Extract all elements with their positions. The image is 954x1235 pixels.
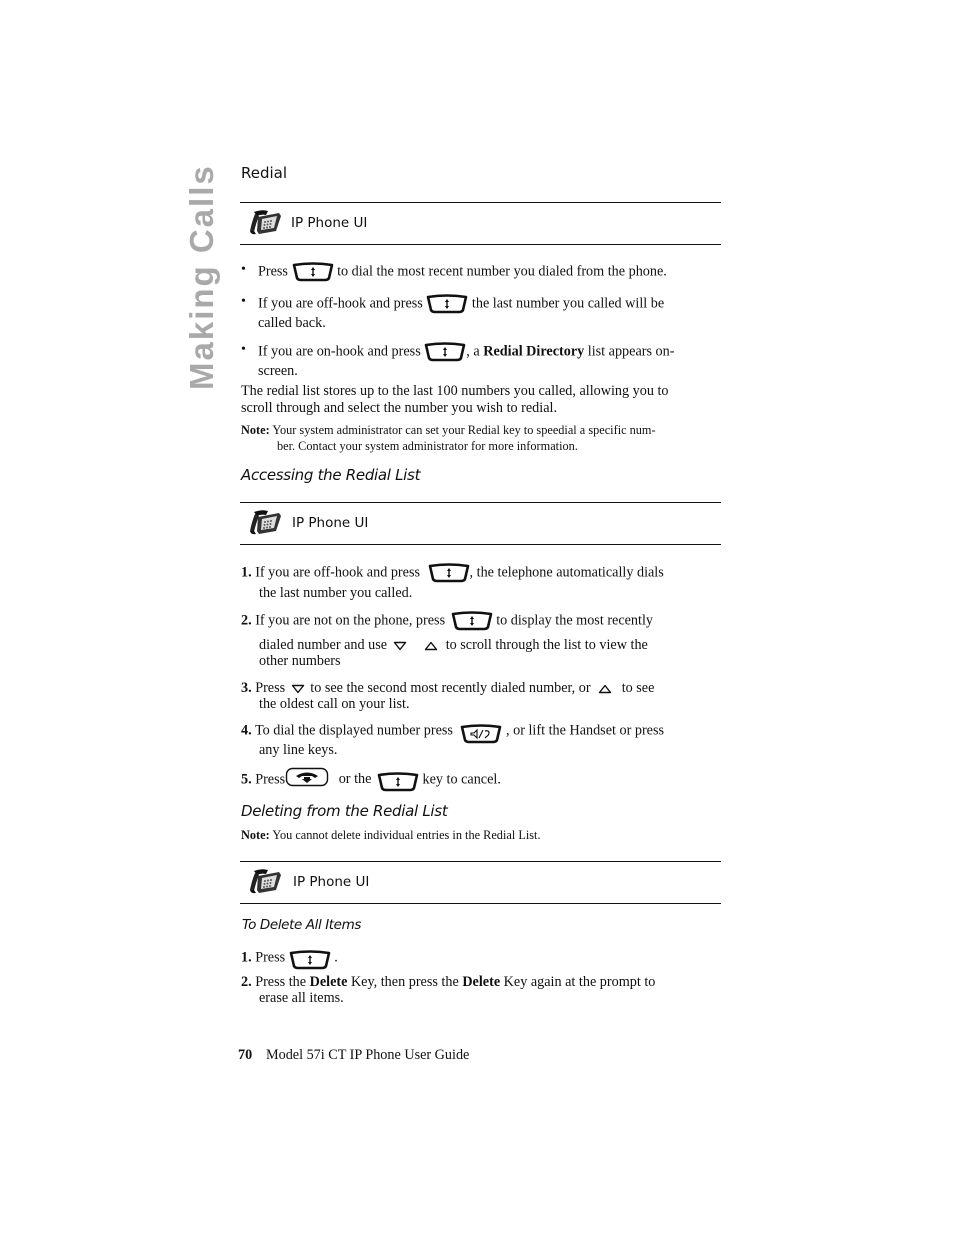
step-3-cont: the oldest call on your list.: [259, 696, 410, 712]
goodbye-key-icon: [285, 767, 329, 787]
up-arrow-icon: [598, 684, 612, 694]
bullet-1: Press to dial the most recent number you…: [258, 262, 667, 282]
up-arrow-icon: [424, 641, 438, 651]
step-2-cont: dialed number and use to scroll through …: [259, 637, 648, 653]
bullet-icon: •: [241, 342, 246, 357]
ip-phone-ui-bar: IP Phone UI: [240, 861, 721, 904]
bullet-2: If you are off-hook and press the last n…: [258, 294, 664, 314]
note-1-cont: ber. Contact your system administrator f…: [277, 439, 578, 453]
delete-step-2-cont: erase all items.: [259, 990, 344, 1006]
step-1-cont: the last number you called.: [259, 585, 413, 601]
section-title-accessing: Accessing the Redial List: [241, 466, 421, 484]
paragraph-line-2: scroll through and select the number you…: [241, 400, 557, 416]
redial-key-icon: [292, 262, 334, 282]
delete-key-term: Delete: [309, 974, 348, 990]
step-2-cont2: other numbers: [259, 653, 341, 669]
speaker-key-icon: [460, 724, 502, 744]
redial-key-icon: [426, 294, 468, 314]
redial-key-icon: [451, 611, 493, 631]
bullet-3-cont: screen.: [258, 363, 298, 379]
chapter-side-tab: Making Calls: [183, 164, 220, 390]
ip-phone-icon: [248, 509, 282, 536]
note-label: Note:: [241, 828, 270, 842]
ip-phone-ui-label: IP Phone UI: [293, 874, 370, 890]
note-2: Note: You cannot delete individual entri…: [241, 828, 541, 842]
step-4-cont: any line keys.: [259, 742, 338, 758]
redial-key-icon: [424, 342, 466, 362]
page-number: 70: [238, 1047, 253, 1063]
bullet-2-cont: called back.: [258, 315, 326, 331]
step-5: 5. Press or the key to cancel.: [241, 770, 501, 790]
ip-phone-ui-label: IP Phone UI: [291, 215, 368, 231]
step-4: 4. To dial the displayed number press , …: [241, 721, 664, 741]
section-title-redial: Redial: [241, 164, 288, 182]
note-1: Note: Your system administrator can set …: [241, 423, 656, 437]
redial-key-icon: [377, 772, 419, 792]
paragraph-line-1: The redial list stores up to the last 10…: [241, 383, 669, 399]
redial-key-icon: [289, 950, 331, 970]
ip-phone-icon: [248, 209, 282, 236]
redial-key-icon: [428, 563, 470, 583]
delete-step-1: 1. Press .: [241, 948, 338, 968]
note-label: Note:: [241, 423, 270, 437]
ip-phone-ui-label: IP Phone UI: [292, 515, 369, 531]
subsection-title-delete-all: To Delete All Items: [242, 917, 361, 933]
footer-guide-title: Model 57i CT IP Phone User Guide: [266, 1047, 470, 1063]
bullet-icon: •: [241, 294, 246, 309]
bullet-3: If you are on-hook and press , a Redial …: [258, 342, 674, 362]
bullet-icon: •: [241, 262, 246, 277]
redial-directory-term: Redial Directory: [483, 343, 585, 360]
ip-phone-ui-bar: IP Phone UI: [240, 502, 721, 545]
step-1: 1. If you are off-hook and press , the t…: [241, 563, 664, 583]
down-arrow-icon: [291, 684, 305, 694]
down-arrow-icon: [393, 641, 407, 651]
ip-phone-ui-bar: IP Phone UI: [240, 202, 721, 245]
delete-step-2: 2. Press the Delete Key, then press the …: [241, 974, 656, 990]
delete-key-term: Delete: [462, 974, 501, 990]
section-title-deleting: Deleting from the Redial List: [241, 802, 448, 820]
ip-phone-icon: [248, 868, 282, 895]
step-3: 3. Press to see the second most recently…: [241, 680, 655, 696]
step-2: 2. If you are not on the phone, press to…: [241, 611, 653, 631]
